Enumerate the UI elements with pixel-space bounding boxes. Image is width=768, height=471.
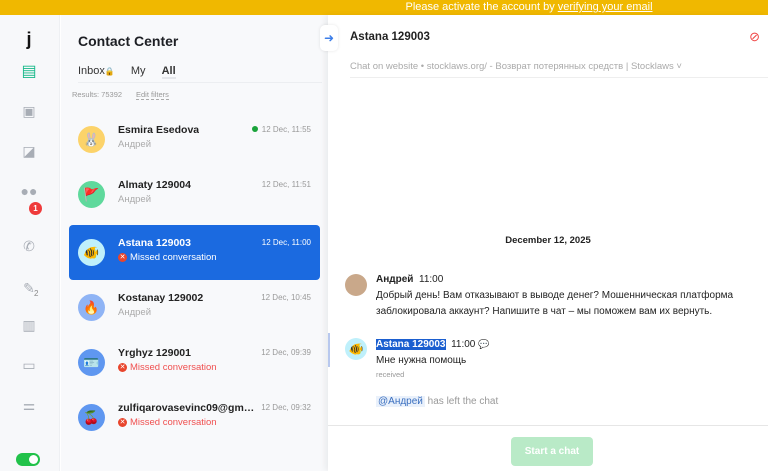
divider — [328, 425, 768, 426]
contact-name: Kostanay 129002 — [118, 292, 204, 304]
tab-all[interactable]: All — [161, 65, 176, 79]
lock-icon: 🔒 — [104, 67, 115, 76]
date-separator: December 12, 2025 — [505, 235, 591, 246]
sidebar-rail: j ▤ ▣ ◪ ●● 1 ✆ ✎ 2 ▥ ▭ ⚌ — [0, 15, 60, 471]
conversation-subtitle: Андрей — [118, 307, 151, 318]
missed-icon: ✕ — [118, 363, 127, 372]
phone-icon[interactable]: ✆ — [18, 237, 40, 255]
conversation-list-panel: Contact Center Inbox🔒 My All Results: 75… — [61, 15, 328, 471]
message-author: Андрей — [376, 274, 414, 285]
mention[interactable]: @Андрей — [376, 396, 425, 407]
tab-my[interactable]: My — [131, 65, 146, 79]
block-icon[interactable]: ⊘ — [749, 29, 760, 45]
verify-email-link[interactable]: verifying your email — [558, 1, 653, 13]
start-chat-button[interactable]: Start a chat — [511, 437, 593, 466]
contact-avatar: 🍒 — [78, 404, 105, 431]
conversation-item[interactable]: 🔥 Kostanay 129002 12 Dec, 10:45 Андрей — [69, 280, 320, 335]
contact-name: Yrghyz 129001 — [118, 347, 191, 359]
missed-icon: ✕ — [118, 418, 127, 427]
logo-icon: j — [26, 28, 32, 49]
contact-avatar: 🔥 — [78, 294, 105, 321]
conversation-item[interactable]: 🪪 Yrghyz 129001 12 Dec, 09:39 ✕ Missed co… — [69, 335, 320, 390]
edit-filters-link[interactable]: Edit filters — [136, 90, 169, 100]
conversation-time: 12 Dec, 11:00 — [261, 238, 311, 247]
conversation-time: 12 Dec, 09:32 — [261, 403, 311, 412]
conversation-subtitle: Андрей — [118, 194, 151, 205]
conversation-time: 12 Dec, 11:51 — [261, 180, 311, 189]
conversation-subtitle: ✕ Missed conversation — [118, 417, 217, 428]
conversation-time: 12 Dec, 09:39 — [261, 348, 311, 357]
contact-avatar: 🪪 — [78, 349, 105, 376]
results-count: Results: 75392 — [72, 90, 123, 99]
message-time: 11:00 — [419, 274, 444, 285]
message-status: received — [376, 370, 405, 379]
conversation-item[interactable]: 🚩 Almaty 129004 12 Dec, 11:51 Андрей — [69, 167, 320, 222]
comment-icon[interactable]: 💬 — [478, 339, 489, 349]
conversation-subtitle: ✕ Missed conversation — [118, 252, 217, 263]
conversation-time: 12 Dec, 11:55 — [251, 125, 311, 134]
message-text: Добрый день! Вам отказывают в выводе ден… — [376, 290, 734, 317]
activation-banner: Please activate the account by verifying… — [0, 0, 768, 15]
message-text: Мне нужна помощь — [376, 355, 467, 366]
event-text: has left the chat — [424, 396, 499, 407]
billing-card-icon[interactable]: ▭ — [18, 356, 40, 374]
conversation-time: 12 Dec, 10:45 — [261, 293, 311, 302]
divider — [78, 82, 322, 83]
contact-name: Almaty 129004 — [118, 179, 191, 191]
analytics-board-icon[interactable]: ◪ — [18, 142, 40, 160]
arrow-right-icon[interactable]: ➜ — [320, 25, 338, 51]
visitor-avatar: 🐠 — [345, 338, 367, 360]
settings-sliders-icon[interactable]: ⚌ — [18, 396, 40, 414]
conversation-subtitle: ✕ Missed conversation — [118, 362, 217, 373]
contact-avatar: 🚩 — [78, 181, 105, 208]
message-selection-bar — [328, 333, 330, 367]
calls-badge: 2 — [34, 289, 39, 298]
conversation-item[interactable]: 🐰 Esmira Esedova 12 Dec, 11:55 Андрей — [69, 112, 320, 167]
chat-source[interactable]: Chat on website • stocklaws.org/ - Возвр… — [350, 61, 682, 72]
visitors-icon[interactable]: ▣ — [18, 102, 40, 120]
message-time: 11:00 — [451, 339, 476, 350]
contact-name: zulfiqarovasevinc09@gmail.c... — [118, 402, 258, 414]
contact-avatar: 🐰 — [78, 126, 105, 153]
tab-inbox[interactable]: Inbox🔒 — [78, 65, 115, 79]
reports-icon[interactable]: ▥ — [18, 316, 40, 334]
chat-title: Astana 129003 — [350, 31, 430, 43]
contacts-badge: 1 — [29, 202, 42, 215]
contact-avatar: 🐠 — [78, 239, 105, 266]
typing-icon — [251, 126, 258, 132]
page-title: Contact Center — [78, 33, 179, 49]
missed-icon: ✕ — [118, 253, 127, 262]
conversation-subtitle: Андрей — [118, 139, 151, 150]
message-author: Astana 129003 — [376, 339, 446, 350]
conversation-item[interactable]: 🐠 Astana 129003 12 Dec, 11:00 ✕ Missed co… — [69, 225, 320, 280]
online-toggle[interactable] — [16, 453, 40, 466]
chat-panel: ➜ Astana 129003 ⊘ Chat on website • stoc… — [320, 15, 768, 471]
conversation-item[interactable]: 🍒 zulfiqarovasevinc09@gmail.c... 12 Dec,… — [69, 390, 320, 445]
divider — [350, 77, 768, 78]
contact-name: Esmira Esedova — [118, 124, 200, 136]
agent-avatar — [345, 274, 367, 296]
conversations-icon[interactable]: ▤ — [18, 62, 40, 80]
contact-name: Astana 129003 — [118, 237, 191, 249]
contacts-icon[interactable]: ●● — [18, 182, 40, 200]
